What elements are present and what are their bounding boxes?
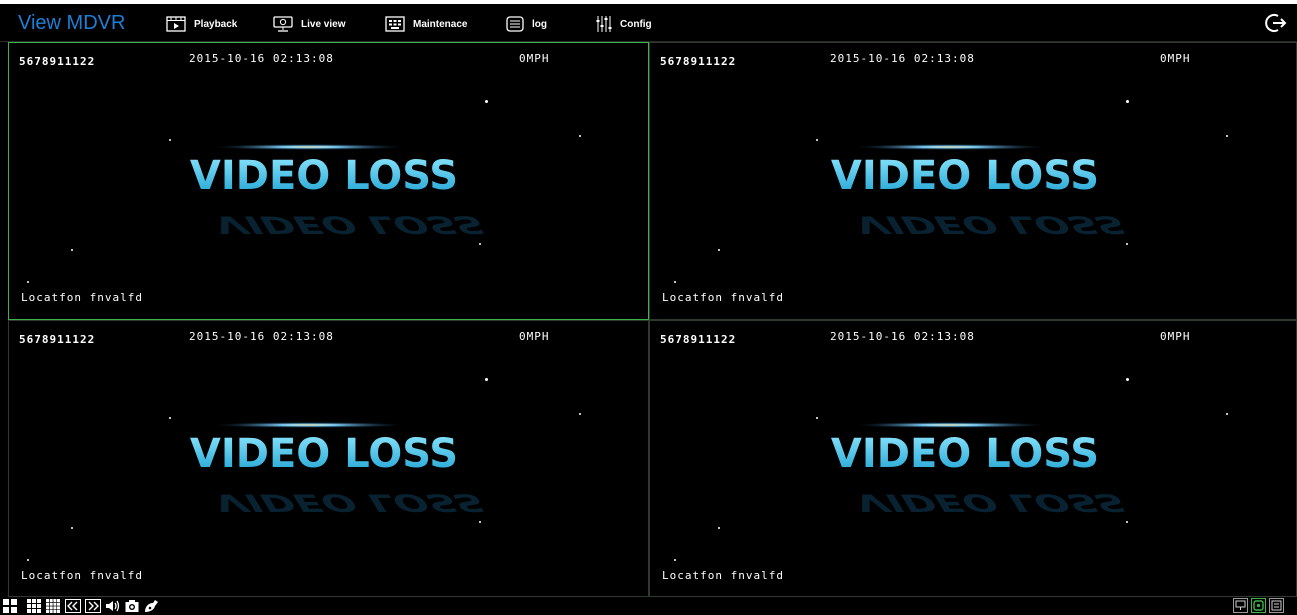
playback-icon xyxy=(166,16,186,32)
channel-datetime: 2015-10-16 02:13:08 xyxy=(830,52,975,65)
video-loss-reflection: VIDEO LOSS xyxy=(206,488,491,516)
star xyxy=(718,249,720,251)
previous-page-icon[interactable] xyxy=(65,599,81,613)
star xyxy=(1226,135,1228,137)
channel-location: Locatfon fnvalfd xyxy=(21,291,143,304)
star xyxy=(27,559,29,561)
star xyxy=(479,243,481,245)
nav-log-label: log xyxy=(532,18,547,30)
snapshot-icon[interactable] xyxy=(125,599,139,613)
channel-device-id: 5678911122 xyxy=(19,55,96,68)
star xyxy=(169,417,171,419)
channel-speed: 0MPH xyxy=(1160,52,1191,65)
video-grid: 5678911122 2015-10-16 02:13:08 0MPH VIDE… xyxy=(8,42,1297,597)
video-loss-text: VIDEO LOSS xyxy=(190,431,458,477)
channel-datetime: 2015-10-16 02:13:08 xyxy=(830,330,975,343)
channel-datetime: 2015-10-16 02:13:08 xyxy=(189,330,334,343)
layout-16-icon[interactable] xyxy=(46,599,60,613)
stream-main-icon[interactable] xyxy=(1233,598,1248,613)
nav-playback[interactable]: Playback xyxy=(166,13,237,35)
video-channel-3[interactable]: 5678911122 2015-10-16 02:13:08 0MPH VIDE… xyxy=(8,320,649,597)
star xyxy=(27,281,29,283)
star xyxy=(1126,521,1128,523)
nav-playback-label: Playback xyxy=(194,18,238,30)
channel-device-id: 5678911122 xyxy=(19,333,96,346)
star xyxy=(1126,100,1129,103)
star xyxy=(479,521,481,523)
live-view-icon xyxy=(273,16,293,32)
star xyxy=(579,413,581,415)
video-loss-text: VIDEO LOSS xyxy=(831,153,1099,199)
video-channel-2[interactable]: 5678911122 2015-10-16 02:13:08 0MPH VIDE… xyxy=(649,42,1297,320)
bottom-toolbar xyxy=(0,597,1297,615)
video-channel-1[interactable]: 5678911122 2015-10-16 02:13:08 0MPH VIDE… xyxy=(8,42,649,320)
channel-speed: 0MPH xyxy=(519,330,550,343)
star xyxy=(579,135,581,137)
channel-location: Locatfon fnvalfd xyxy=(662,569,784,582)
star xyxy=(485,100,488,103)
nav-config-label: Config xyxy=(620,18,652,30)
video-channel-4[interactable]: 5678911122 2015-10-16 02:13:08 0MPH VIDE… xyxy=(649,320,1297,597)
video-loss-text: VIDEO LOSS xyxy=(190,153,458,199)
channel-speed: 0MPH xyxy=(1160,330,1191,343)
next-page-icon[interactable] xyxy=(85,599,101,613)
star xyxy=(485,378,488,381)
maintenance-icon xyxy=(385,16,405,32)
video-loss-graphic: VIDEO LOSS VIDEO LOSS xyxy=(190,144,491,238)
star xyxy=(674,281,676,283)
video-loss-reflection: VIDEO LOSS xyxy=(847,488,1132,516)
video-loss-text: VIDEO LOSS xyxy=(831,431,1099,477)
nav-live-view-label: Live view xyxy=(301,18,346,30)
layout-9-icon[interactable] xyxy=(27,599,41,613)
top-navbar: View MDVR Playback Live view Maintenace … xyxy=(0,4,1297,42)
star xyxy=(1226,413,1228,415)
channel-location: Locatfon fnvalfd xyxy=(662,291,784,304)
star xyxy=(718,527,720,529)
config-icon xyxy=(596,16,612,32)
nav-maintenance-label: Maintenace xyxy=(413,18,468,30)
app-title: View MDVR xyxy=(18,12,126,34)
channel-location: Locatfon fnvalfd xyxy=(21,569,143,582)
star xyxy=(169,139,171,141)
logout-icon[interactable] xyxy=(1265,12,1287,34)
color-settings-icon[interactable] xyxy=(144,599,160,613)
nav-config[interactable]: Config xyxy=(596,13,652,35)
volume-icon[interactable] xyxy=(106,599,121,613)
video-loss-reflection: VIDEO LOSS xyxy=(206,210,491,238)
log-icon xyxy=(506,16,524,32)
layout-4-icon[interactable] xyxy=(3,599,17,613)
video-loss-graphic: VIDEO LOSS VIDEO LOSS xyxy=(831,144,1132,238)
stream-auto-icon[interactable] xyxy=(1269,598,1284,613)
stream-sub-icon[interactable] xyxy=(1251,598,1266,613)
star xyxy=(1126,378,1129,381)
channel-device-id: 5678911122 xyxy=(660,55,737,68)
star xyxy=(816,417,818,419)
star xyxy=(816,139,818,141)
channel-datetime: 2015-10-16 02:13:08 xyxy=(189,52,334,65)
star xyxy=(674,559,676,561)
nav-live-view[interactable]: Live view xyxy=(273,13,345,35)
channel-device-id: 5678911122 xyxy=(660,333,737,346)
star xyxy=(1126,243,1128,245)
video-loss-graphic: VIDEO LOSS VIDEO LOSS xyxy=(190,422,491,516)
star xyxy=(71,527,73,529)
nav-maintenance[interactable]: Maintenace xyxy=(385,13,467,35)
video-loss-graphic: VIDEO LOSS VIDEO LOSS xyxy=(831,422,1132,516)
nav-log[interactable]: log xyxy=(506,13,547,35)
star xyxy=(71,249,73,251)
video-loss-reflection: VIDEO LOSS xyxy=(847,210,1132,238)
channel-speed: 0MPH xyxy=(519,52,550,65)
